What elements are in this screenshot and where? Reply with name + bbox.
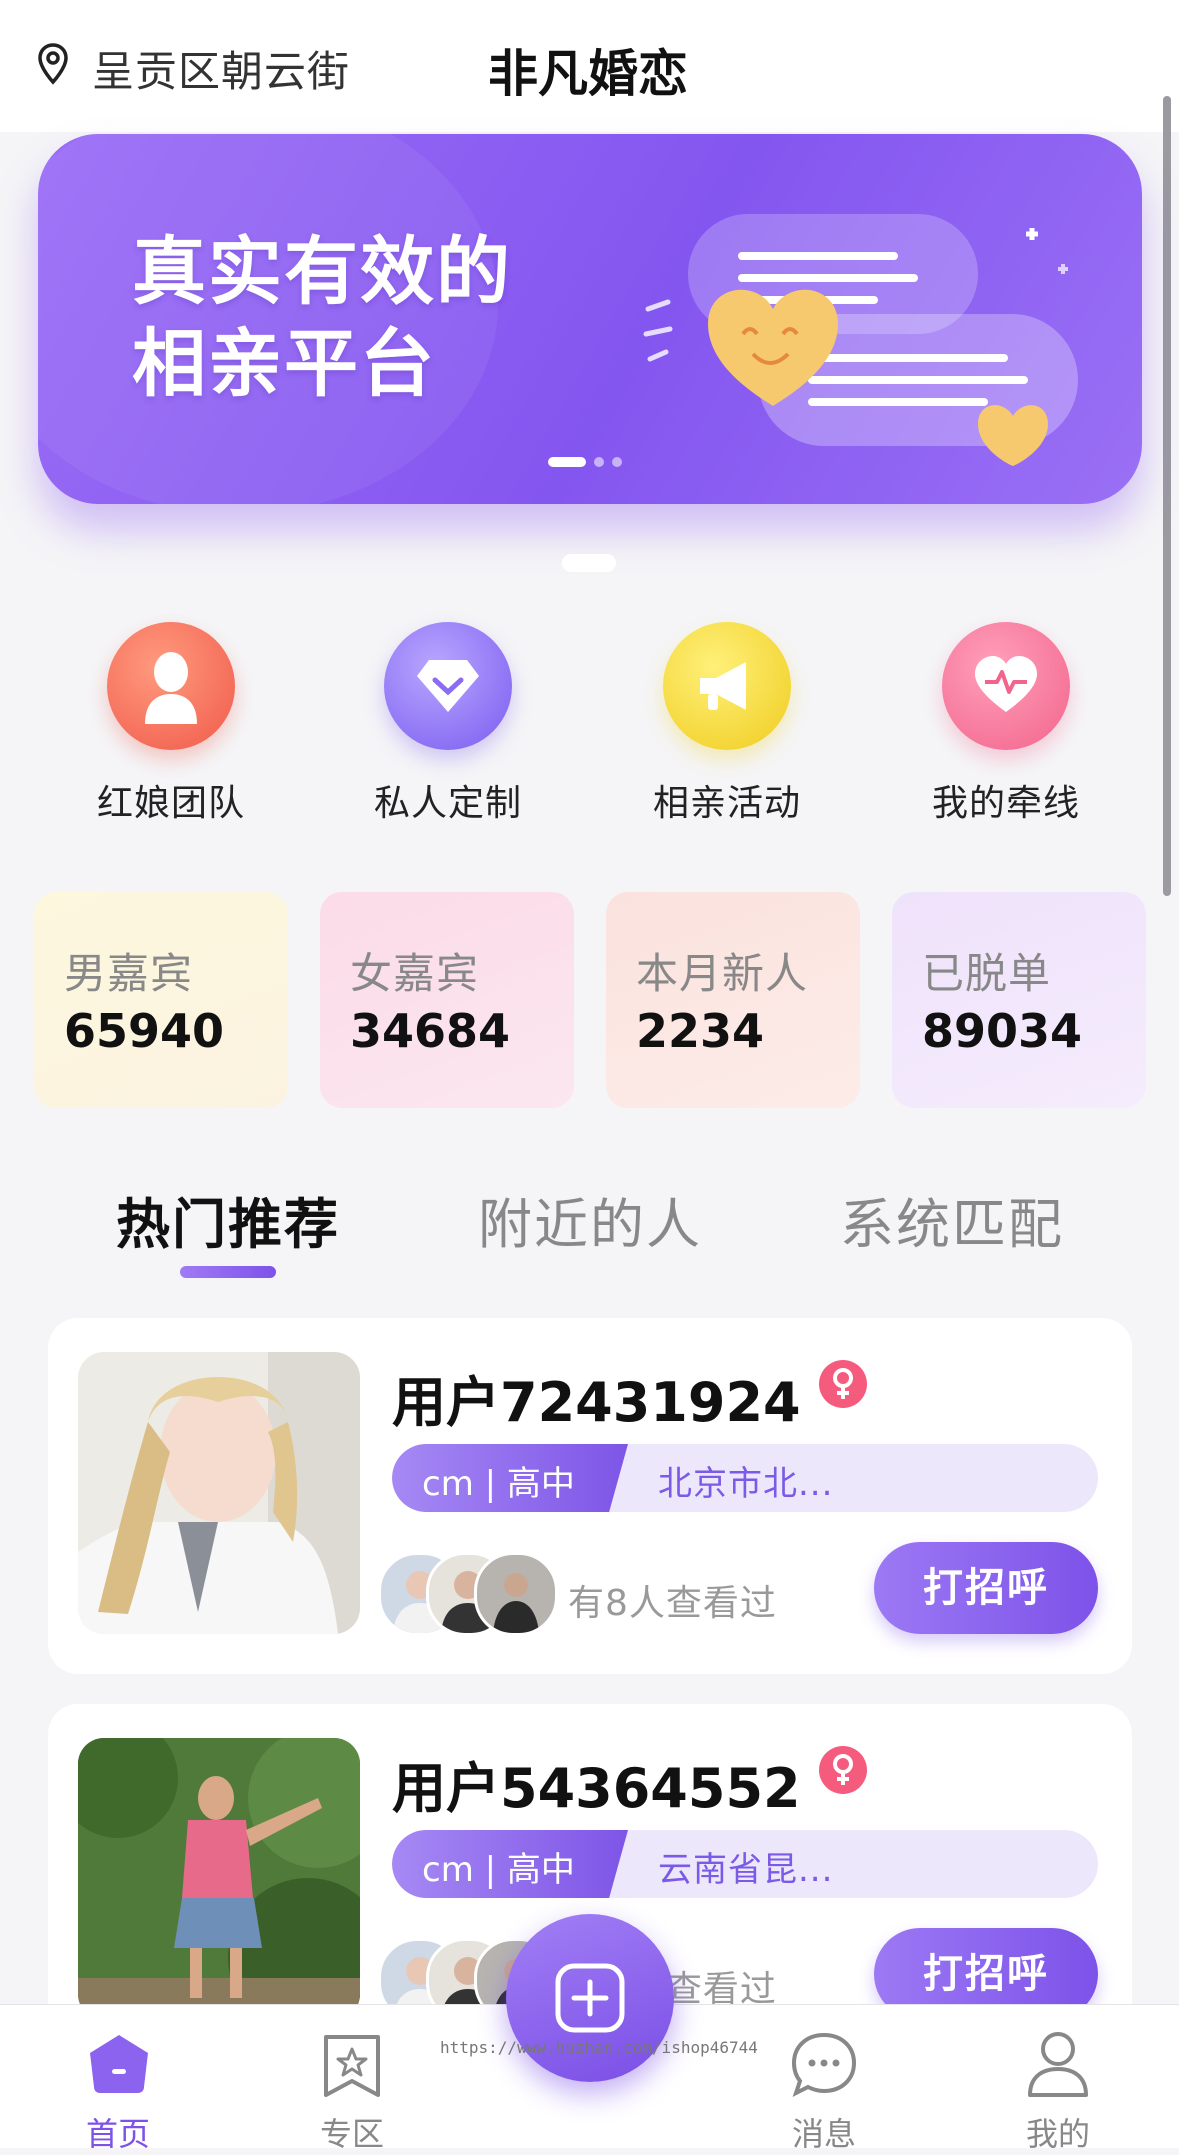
- app-title: 非凡婚恋: [488, 45, 688, 103]
- profile-photo[interactable]: [78, 1352, 360, 1634]
- profile-name[interactable]: 用户72431924: [392, 1358, 801, 1437]
- nav-zone[interactable]: 专区: [292, 2025, 412, 2153]
- quick-item-label: 红娘团队: [96, 783, 245, 824]
- stat-card-new[interactable]: 本月新人 2234: [606, 892, 860, 1108]
- tab-nearby[interactable]: 附近的人: [478, 1180, 702, 1259]
- nav-messages[interactable]: 消息: [764, 2025, 884, 2153]
- chat-hearts-illustration: [643, 214, 1078, 466]
- tab-hot[interactable]: 热门推荐: [116, 1180, 340, 1259]
- diamond-icon: [384, 622, 512, 750]
- stat-card-male[interactable]: 男嘉宾 65940: [34, 892, 288, 1108]
- plus-icon: [555, 1963, 625, 2033]
- location-label[interactable]: 呈贡区朝云街: [92, 38, 350, 99]
- banner-headline: 真实有效的 相亲平台: [132, 226, 512, 410]
- viewer-avatars[interactable]: [378, 1552, 568, 1636]
- stat-value: 34684: [350, 1004, 511, 1058]
- quick-item-events[interactable]: 相亲活动: [627, 622, 827, 832]
- stat-label: 已脱单: [922, 949, 1052, 998]
- megaphone-icon: [663, 622, 791, 750]
- view-count: 有8人查看过: [568, 1583, 777, 1624]
- tag-location: 北京市北...: [658, 1464, 834, 1504]
- page-dot-active[interactable]: [548, 457, 586, 467]
- profile-photo[interactable]: [78, 1738, 360, 2020]
- active-tab-indicator: [180, 1266, 276, 1278]
- nav-profile[interactable]: 我的: [998, 2025, 1118, 2153]
- person-icon: [1028, 2032, 1088, 2097]
- tab-system-match[interactable]: 系统匹配: [840, 1180, 1064, 1259]
- tag-location: 云南省昆...: [658, 1850, 834, 1890]
- location-pin-icon[interactable]: [36, 42, 70, 86]
- profile-card[interactable]: 用户72431924 cm | 高中 北京市北... 有8人查看过 打招呼: [48, 1318, 1132, 1674]
- stat-card-matched[interactable]: 已脱单 89034: [892, 892, 1146, 1108]
- carousel-indicator: [562, 554, 616, 572]
- tag-height-education: cm | 高中: [422, 1464, 575, 1504]
- tag-height-education: cm | 高中: [422, 1850, 575, 1890]
- quick-menu: 红娘团队 私人定制 相亲活动 我的牵线: [0, 622, 1179, 832]
- quick-item-matchmaker[interactable]: 红娘团队: [71, 622, 271, 832]
- banner-pagination: [548, 457, 630, 467]
- avatar: [474, 1552, 558, 1636]
- nav-label: 我的: [1025, 2115, 1090, 2153]
- profile-tags: cm | 高中 云南省昆...: [392, 1830, 1098, 1898]
- profile-name[interactable]: 用户54364552: [392, 1744, 801, 1823]
- top-bar: 呈贡区朝云街 非凡婚恋: [0, 0, 1179, 132]
- nav-home[interactable]: 首页: [58, 2025, 178, 2153]
- stat-label: 本月新人: [636, 949, 809, 998]
- female-icon: [818, 1360, 867, 1408]
- stat-value: 65940: [64, 1004, 225, 1058]
- stat-value: 2234: [636, 1004, 765, 1058]
- nav-label: 消息: [791, 2115, 856, 2153]
- nav-label: 专区: [319, 2115, 384, 2153]
- page-dot[interactable]: [594, 457, 604, 467]
- home-icon: [90, 2035, 148, 2093]
- stat-card-female[interactable]: 女嘉宾 34684: [320, 892, 574, 1108]
- stat-label: 女嘉宾: [350, 949, 480, 998]
- banner-line-2: 相亲平台: [132, 321, 436, 407]
- profile-tags: cm | 高中 北京市北...: [392, 1444, 1098, 1512]
- greet-button[interactable]: 打招呼: [874, 1542, 1098, 1634]
- nav-label: 首页: [85, 2115, 150, 2153]
- page-dot[interactable]: [612, 457, 622, 467]
- female-icon: [818, 1746, 867, 1794]
- quick-item-label: 相亲活动: [652, 783, 801, 824]
- quick-item-my-matches[interactable]: 我的牵线: [906, 622, 1106, 832]
- stat-value: 89034: [922, 1004, 1083, 1058]
- heart-pulse-icon: [942, 622, 1070, 750]
- quick-item-label: 私人定制: [373, 783, 522, 824]
- matchmaker-icon: [107, 622, 235, 750]
- promo-banner[interactable]: 真实有效的 相亲平台: [38, 134, 1142, 504]
- watermark: https://www.huzhan.com/ishop46744: [440, 2038, 758, 2057]
- quick-item-label: 我的牵线: [931, 783, 1080, 824]
- star-bookmark-icon: [324, 2035, 380, 2097]
- chat-bubble-icon: [791, 2032, 857, 2097]
- quick-item-custom[interactable]: 私人定制: [348, 622, 548, 832]
- stat-label: 男嘉宾: [64, 949, 194, 998]
- banner-line-1: 真实有效的: [132, 229, 512, 315]
